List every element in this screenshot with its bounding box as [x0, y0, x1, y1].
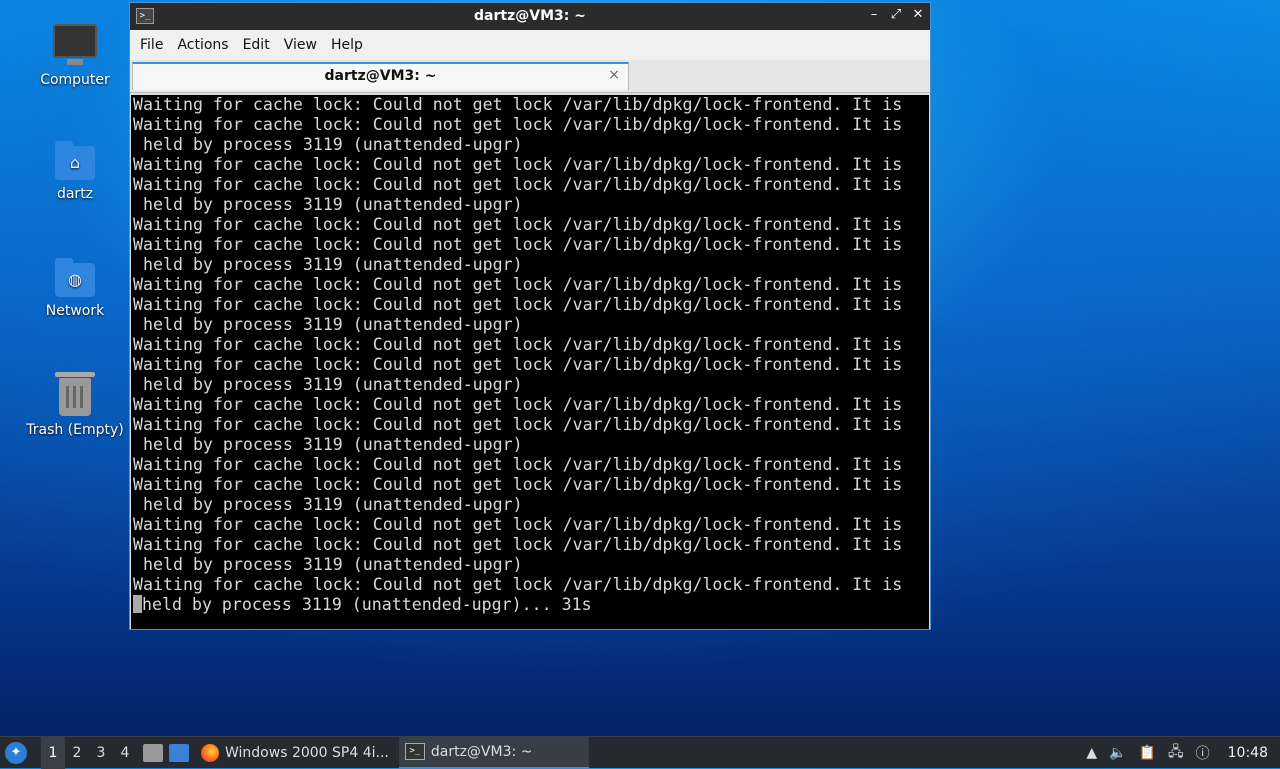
terminal-line: Waiting for cache lock: Could not get lo…: [133, 575, 903, 594]
network-icon[interactable]: 🖧: [1168, 741, 1184, 765]
terminal-line: held by process 3119 (unattended-upgr): [133, 255, 523, 274]
desktop-icon-computer[interactable]: Computer: [24, 24, 126, 88]
desktop-icon-label: Computer: [40, 72, 110, 88]
terminal-line: held by process 3119 (unattended-upgr): [133, 435, 523, 454]
desktop-icon-network[interactable]: ◍ Network: [24, 258, 126, 319]
menubar: File Actions Edit View Help: [130, 30, 930, 60]
desktop-icon-dartz[interactable]: ⌂ dartz: [24, 141, 126, 202]
minimize-button[interactable]: –: [868, 7, 880, 22]
tab-bar: dartz@VM3: ~ ×: [130, 60, 930, 93]
trash-icon: [24, 372, 126, 416]
task-terminal[interactable]: >_ dartz@VM3: ~: [398, 736, 589, 769]
workspace-2[interactable]: 2: [65, 745, 89, 761]
task-label: dartz@VM3: ~: [430, 743, 533, 760]
terminal-line: Waiting for cache lock: Could not get lo…: [133, 395, 903, 414]
system-tray: ▲ 🔈 📋 🖧 ⓘ 10:48: [1086, 741, 1280, 765]
terminal-line: Waiting for cache lock: Could not get lo…: [133, 215, 903, 234]
terminal-line: Waiting for cache lock: Could not get lo…: [133, 175, 903, 194]
clock[interactable]: 10:48: [1228, 745, 1268, 761]
maximize-button[interactable]: ⤢: [890, 7, 902, 22]
text-cursor: [133, 595, 142, 613]
clipboard-icon[interactable]: 📋: [1139, 745, 1156, 761]
terminal-current-line: held by process 3119 (unattended-upgr)..…: [131, 595, 929, 615]
start-menu-icon[interactable]: ✦: [5, 741, 27, 764]
task-firefox[interactable]: Windows 2000 SP4 4i...: [195, 737, 395, 769]
terminal-line: Waiting for cache lock: Could not get lo…: [133, 95, 903, 114]
network-folder-icon: ◍: [24, 258, 126, 297]
home-folder-icon: ⌂: [24, 141, 126, 180]
terminal-line: held by process 3119 (unattended-upgr): [133, 135, 523, 154]
workspace-3[interactable]: 3: [89, 745, 113, 761]
menu-file[interactable]: File: [140, 33, 173, 57]
desktop-icon-trash[interactable]: Trash (Empty): [24, 372, 126, 438]
menu-edit[interactable]: Edit: [243, 33, 280, 57]
desktop-icon-label: dartz: [56, 186, 94, 202]
terminal-line: held by process 3119 (unattended-upgr): [133, 195, 523, 214]
close-button[interactable]: ✕: [912, 7, 924, 22]
notification-icon[interactable]: ⓘ: [1196, 743, 1210, 763]
taskbar: ✦ 1 2 3 4 Windows 2000 SP4 4i... >_ dart…: [0, 736, 1280, 769]
terminal-icon: >_: [404, 743, 425, 760]
terminal-line: held by process 3119 (unattended-upgr): [133, 495, 523, 514]
show-desktop-icon[interactable]: [169, 743, 189, 762]
terminal-line: held by process 3119 (unattended-upgr): [133, 315, 523, 334]
tab-close-icon[interactable]: ×: [608, 67, 620, 83]
terminal-line: held by process 3119 (unattended-upgr): [133, 555, 523, 574]
terminal-line: Waiting for cache lock: Could not get lo…: [133, 415, 903, 434]
terminal-lines: Waiting for cache lock: Could not get lo…: [131, 95, 929, 595]
terminal-line: Waiting for cache lock: Could not get lo…: [133, 115, 903, 134]
terminal-window[interactable]: >_ dartz@VM3: ~ – ⤢ ✕ File Actions Edit …: [129, 2, 931, 630]
terminal-current-text: held by process 3119 (unattended-upgr)..…: [142, 595, 592, 614]
terminal-line: Waiting for cache lock: Could not get lo…: [133, 455, 903, 474]
terminal-line: Waiting for cache lock: Could not get lo…: [133, 235, 903, 254]
terminal-output[interactable]: Waiting for cache lock: Could not get lo…: [131, 95, 929, 629]
terminal-line: Waiting for cache lock: Could not get lo…: [133, 335, 903, 354]
terminal-line: Waiting for cache lock: Could not get lo…: [133, 535, 903, 554]
task-label: Windows 2000 SP4 4i...: [225, 744, 389, 761]
tab-label: dartz@VM3: ~: [324, 68, 437, 84]
terminal-line: Waiting for cache lock: Could not get lo…: [133, 275, 903, 294]
menu-actions[interactable]: Actions: [177, 33, 238, 57]
menu-help[interactable]: Help: [331, 33, 373, 57]
terminal-line: Waiting for cache lock: Could not get lo…: [133, 475, 903, 494]
terminal-line: Waiting for cache lock: Could not get lo…: [133, 515, 903, 534]
firefox-icon: [201, 743, 219, 762]
workspace-1[interactable]: 1: [41, 736, 65, 769]
terminal-line: Waiting for cache lock: Could not get lo…: [133, 355, 903, 374]
terminal-line: Waiting for cache lock: Could not get lo…: [133, 295, 903, 314]
window-title: dartz@VM3: ~: [474, 8, 586, 24]
workspace-4[interactable]: 4: [113, 745, 137, 761]
window-titlebar[interactable]: >_ dartz@VM3: ~ – ⤢ ✕: [130, 3, 930, 30]
desktop-icon-label: Trash (Empty): [26, 422, 124, 438]
terminal-line: held by process 3119 (unattended-upgr): [133, 375, 523, 394]
menu-view[interactable]: View: [284, 33, 327, 57]
up-arrow-icon[interactable]: ▲: [1086, 745, 1097, 761]
computer-icon: [24, 24, 126, 65]
desktop-icon-label: Network: [45, 303, 105, 319]
volume-icon[interactable]: 🔈: [1109, 745, 1126, 761]
file-manager-icon[interactable]: [143, 743, 163, 762]
terminal-line: Waiting for cache lock: Could not get lo…: [133, 155, 903, 174]
tab-terminal[interactable]: dartz@VM3: ~ ×: [132, 62, 629, 90]
